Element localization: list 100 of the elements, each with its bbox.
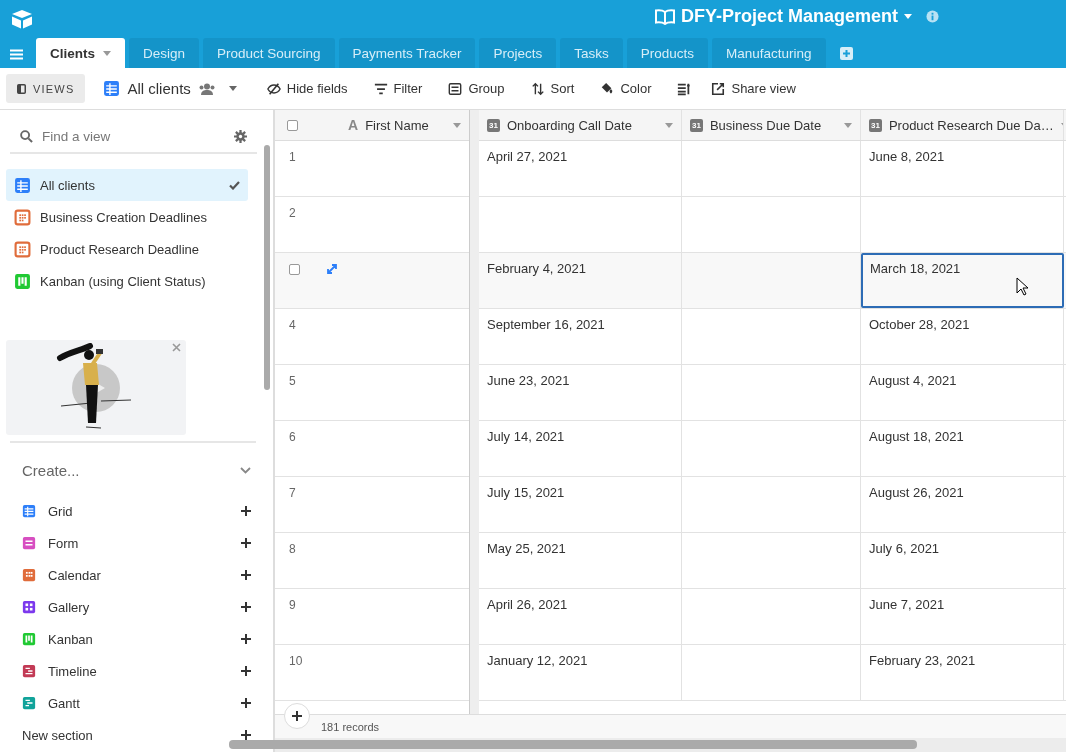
calendar-icon: 31 (869, 118, 882, 132)
plus-icon[interactable] (241, 666, 251, 676)
kanban-view-icon (22, 632, 36, 646)
plus-icon[interactable] (241, 570, 251, 580)
form-view-icon (22, 536, 36, 550)
column-header[interactable]: Business Due Date (709, 117, 837, 133)
add-record-button[interactable] (284, 703, 310, 729)
create-view-item[interactable]: Gallery (22, 591, 251, 623)
date-cell: February 4, 2021 (487, 261, 586, 276)
view-name[interactable]: All clients (127, 80, 191, 97)
scrollbar[interactable] (229, 740, 917, 749)
row-number: 7 (289, 486, 296, 500)
hide-button[interactable]: Hide fields (266, 77, 348, 100)
column-header[interactable]: First Name (365, 117, 446, 133)
sort-button[interactable]: Sort (530, 77, 575, 100)
search-icon (20, 129, 33, 143)
create-view-item[interactable]: Form (22, 527, 251, 559)
date-cell: April 27, 2021 (487, 149, 568, 164)
views-button[interactable]: VIEWS (6, 74, 86, 103)
menu-icon[interactable] (10, 48, 23, 60)
expand-icon[interactable] (326, 263, 338, 275)
plus-icon[interactable] (241, 730, 251, 740)
people-icon[interactable] (197, 82, 216, 95)
column-header[interactable]: Onboarding Call Date (506, 117, 658, 133)
check-icon (229, 180, 240, 190)
timeline-view-icon (22, 664, 36, 678)
row-number: 5 (289, 374, 296, 388)
caret-icon[interactable] (665, 122, 673, 128)
plus-icon[interactable] (241, 634, 251, 644)
cursor-icon (1016, 277, 1028, 296)
caret-icon[interactable] (228, 86, 237, 91)
calendar-view-icon (14, 208, 31, 226)
date-cell: October 28, 2021 (869, 317, 970, 332)
text-field-icon: A (348, 117, 359, 133)
list-icon (448, 81, 463, 96)
share-icon (711, 81, 726, 96)
create-view-item[interactable]: Gantt (22, 687, 251, 719)
search-field[interactable]: Find a view (42, 128, 225, 144)
eye-slash-icon (266, 81, 281, 96)
grid-view-icon (22, 504, 36, 518)
plus-icon (292, 711, 302, 721)
grid-view-icon (103, 80, 121, 97)
plus-icon[interactable] (241, 538, 251, 548)
date-cell: July 15, 2021 (487, 485, 565, 500)
caret-icon[interactable] (453, 122, 461, 128)
color-button[interactable]: Color (600, 77, 652, 100)
row-number: 6 (289, 430, 296, 444)
add-icon[interactable] (839, 46, 853, 60)
create-view-item[interactable]: Calendar (22, 559, 251, 591)
paint-bucket-icon (600, 81, 615, 96)
info-icon[interactable] (926, 10, 940, 23)
share-button[interactable]: Share view (711, 77, 796, 100)
column-header[interactable]: Product Research Due Da… (888, 117, 1054, 133)
plus-icon[interactable] (241, 506, 251, 516)
close-icon[interactable] (172, 343, 181, 352)
date-cell: February 23, 2021 (869, 653, 976, 668)
filter-button[interactable]: Filter (373, 77, 423, 100)
chevron-down-icon[interactable] (240, 466, 251, 474)
settings-icon[interactable] (234, 129, 247, 143)
date-cell: March 18, 2021 (870, 261, 961, 276)
create-view-item[interactable]: Kanban (22, 623, 251, 655)
plus-icon[interactable] (241, 698, 251, 708)
create-view-item[interactable]: Timeline (22, 655, 251, 687)
calendar-icon: 31 (690, 118, 703, 132)
date-cell: April 26, 2021 (487, 597, 568, 612)
row-height-icon (677, 81, 692, 96)
date-cell: August 18, 2021 (869, 429, 964, 444)
filter-icon (373, 81, 388, 96)
view-item[interactable]: Product Research Deadline (6, 233, 248, 265)
calendar-icon: 31 (487, 118, 500, 132)
gantt-view-icon (22, 696, 36, 710)
create-view-item[interactable]: New section (22, 719, 251, 751)
date-cell: January 12, 2021 (487, 653, 588, 668)
date-cell: May 25, 2021 (487, 541, 566, 556)
view-item[interactable]: All clients (6, 169, 248, 201)
caret-icon[interactable] (103, 50, 111, 56)
create-view-item[interactable]: Grid (22, 495, 251, 527)
gallery-view-icon (22, 600, 36, 614)
row-number: 9 (289, 598, 296, 612)
group-button[interactable]: Group (448, 77, 505, 100)
date-cell: September 16, 2021 (487, 317, 605, 332)
view-item[interactable]: Kanban (using Client Status) (6, 265, 248, 297)
table-tab[interactable]: Clients (36, 38, 125, 68)
date-cell: July 6, 2021 (869, 541, 940, 556)
plus-icon[interactable] (241, 602, 251, 612)
row-number: 1 (289, 150, 296, 164)
view-item[interactable]: Business Creation Deadlines (6, 201, 248, 233)
sort-icon (530, 81, 545, 96)
row-number: 10 (289, 654, 303, 668)
row-number: 8 (289, 542, 296, 556)
select-all-checkbox[interactable] (287, 119, 298, 131)
row-checkbox[interactable] (289, 264, 300, 275)
table-row[interactable]: February 4, 2021 March 18, 2021 (275, 253, 1066, 309)
caret-icon[interactable] (844, 122, 852, 128)
row-number: 2 (289, 206, 296, 220)
logo-icon[interactable] (11, 9, 33, 29)
grid-view-icon (14, 176, 31, 194)
scrollbar[interactable] (264, 145, 270, 390)
record-count: 181 records (321, 720, 380, 733)
create-heading[interactable]: Create... (22, 461, 80, 479)
